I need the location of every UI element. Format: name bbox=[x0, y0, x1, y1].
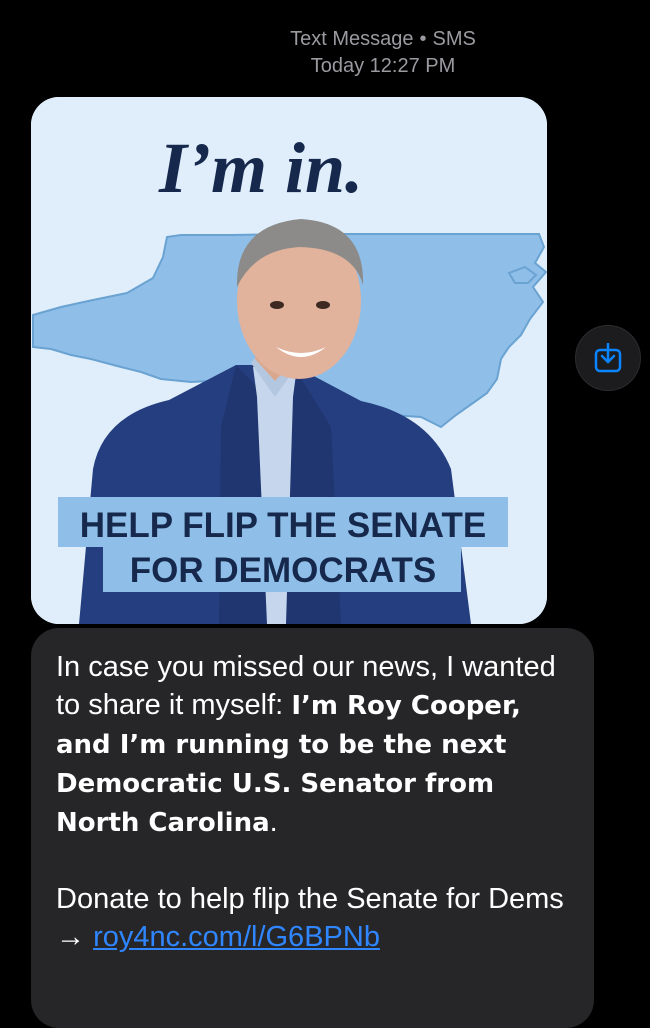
message-period: . bbox=[269, 806, 278, 838]
message-bubble[interactable]: In case you missed our news, I wanted to… bbox=[31, 628, 594, 1028]
banner-line-1: HELP FLIP THE SENATE bbox=[80, 506, 486, 545]
message-paragraph-2: Donate to help flip the Senate for Dems … bbox=[56, 880, 570, 956]
separator: • bbox=[419, 28, 427, 50]
service-label: Text Message bbox=[290, 28, 414, 50]
message-header: Text Message • SMS Today 12:27 PM bbox=[0, 26, 650, 80]
campaign-graphic: I’m in. HELP FLIP THE SENATE FOR DEMOCRA… bbox=[31, 97, 547, 624]
share-button[interactable] bbox=[575, 325, 641, 391]
donate-link[interactable]: roy4nc.com/l/G6BPNb bbox=[93, 921, 380, 953]
timestamp: Today 12:27 PM bbox=[310, 55, 456, 77]
headline: I’m in. bbox=[158, 128, 363, 208]
service-line: Text Message • SMS bbox=[0, 26, 650, 53]
banner-line-2: FOR DEMOCRATS bbox=[130, 551, 437, 590]
eye-right bbox=[316, 301, 330, 309]
share-download-icon bbox=[594, 343, 622, 373]
protocol-label: SMS bbox=[432, 28, 476, 50]
message-paragraph-1: In case you missed our news, I wanted to… bbox=[56, 648, 570, 842]
image-attachment[interactable]: I’m in. HELP FLIP THE SENATE FOR DEMOCRA… bbox=[31, 97, 547, 624]
eye-left bbox=[270, 301, 284, 309]
